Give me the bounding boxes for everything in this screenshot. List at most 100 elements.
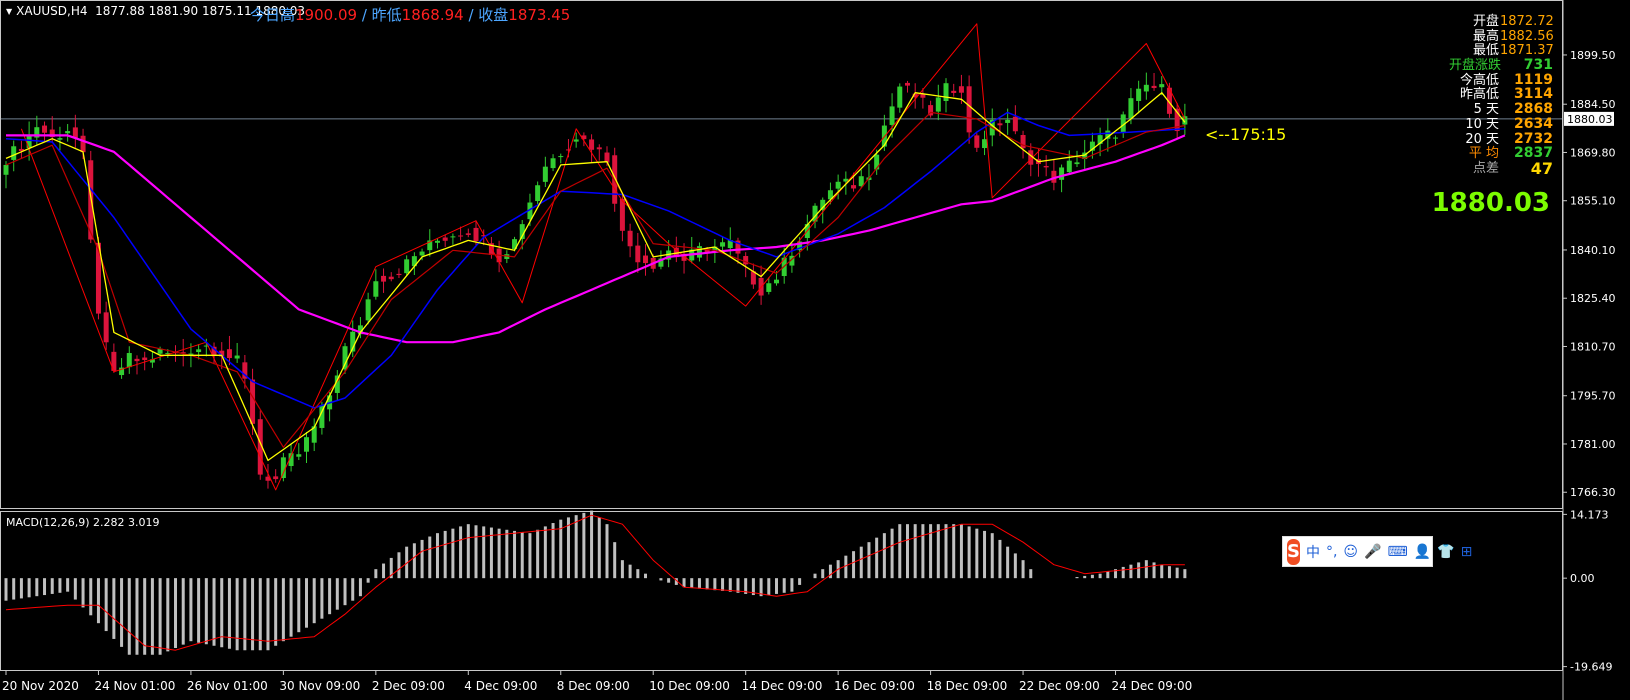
candle-body (635, 245, 641, 263)
price-tick-label: 1884.50 (1570, 98, 1616, 111)
info-label: 5 天 (1473, 102, 1499, 118)
ime-item-chinese[interactable]: 中 (1306, 542, 1320, 562)
candle-body (558, 156, 564, 158)
info-label: 点差 (1472, 160, 1499, 176)
candle-body (373, 281, 379, 297)
ma-long-line (6, 134, 1186, 344)
candle-body (743, 256, 749, 265)
price-tick-label: 1766.30 (1570, 486, 1616, 499)
candle-body (1074, 162, 1080, 165)
price-tick-label: 1781.00 (1570, 438, 1616, 451)
candle-body (550, 158, 556, 169)
candle-body (951, 90, 957, 93)
candle-body (26, 134, 32, 149)
candle-body (1012, 116, 1018, 132)
ime-item-keyboard-icon[interactable]: ⌨ (1387, 544, 1407, 560)
candle-body (874, 154, 880, 170)
price-tick-label: 1810.70 (1570, 340, 1616, 353)
time-tick-label: 22 Dec 09:00 (1019, 679, 1100, 693)
time-tick-label: 10 Dec 09:00 (649, 679, 730, 693)
candle-body (3, 164, 9, 175)
candle-body (103, 312, 109, 343)
info-label: 10 天 (1465, 116, 1499, 132)
candle-body (450, 236, 456, 238)
sogou-logo-icon[interactable]: S (1287, 538, 1300, 565)
info-value: 2634 (1514, 115, 1553, 132)
candle-body (65, 131, 71, 134)
macd-tick-label: 14.173 (1570, 508, 1609, 521)
yest-low-label: / 昨低 (361, 6, 402, 24)
candle-body (612, 155, 618, 204)
candle-body (1151, 85, 1157, 89)
candle-body (473, 227, 479, 242)
candle-body (381, 275, 387, 282)
info-label: 最低 (1472, 43, 1499, 59)
candle-body (303, 437, 309, 452)
chart-canvas[interactable]: <--175:15 1899.501884.501869.801855.1018… (0, 0, 1630, 700)
info-label: 昨高低 (1459, 87, 1499, 103)
candle-body (11, 146, 17, 160)
ime-item-mic-icon[interactable]: 🎤 (1364, 544, 1381, 560)
candle-body (442, 237, 448, 241)
candle-body (250, 379, 256, 424)
candle-body (404, 259, 410, 274)
candle-body (720, 242, 726, 247)
ime-item-user-icon[interactable]: 👤 (1414, 544, 1431, 560)
candle-body (897, 86, 903, 108)
info-row: 今高低 1119 (1449, 72, 1569, 88)
macd-tick-label: 0.00 (1570, 572, 1595, 585)
candle-body (997, 123, 1003, 126)
time-tick-label: 30 Nov 09:00 (279, 679, 360, 693)
candle-body (465, 233, 471, 235)
time-tick-label: 16 Dec 09:00 (834, 679, 915, 693)
candle-body (774, 279, 779, 284)
candle-body (126, 353, 132, 368)
day-summary-overlay: 今日高1900.09 / 昨低1868.94 / 收盘1873.45 (250, 4, 570, 25)
ime-toolbar[interactable]: S 中 °, ☺ 🎤 ⌨ 👤 👕 ⊞ (1282, 536, 1472, 567)
ime-item-emoji-icon[interactable]: ☺ (1343, 544, 1358, 560)
candle-body (1059, 167, 1065, 180)
ime-item-grid-icon[interactable]: ⊞ (1461, 544, 1473, 560)
candle-body (935, 97, 941, 112)
time-tick-label: 4 Dec 09:00 (464, 679, 537, 693)
info-row: 昨高低 3114 (1449, 87, 1569, 103)
candle-body (1043, 165, 1049, 168)
info-label: 今高低 (1459, 72, 1499, 88)
candle-body (273, 476, 279, 480)
candle-body (458, 235, 464, 237)
candle-body (889, 106, 895, 125)
candle-body (1113, 137, 1119, 139)
candle-body (619, 198, 625, 231)
candle-body (604, 152, 610, 163)
candle-body (643, 255, 649, 264)
candle-body (627, 230, 633, 247)
info-panel: 开盘 1872.72 最高 1882.56 最低 1871.37 开盘涨跌 731 今高低 111… (1449, 14, 1569, 176)
candle-body (1005, 119, 1011, 123)
candle-body (388, 276, 394, 280)
candle-body (535, 185, 541, 202)
price-tick-label: 1899.50 (1570, 49, 1616, 62)
candle-body (1128, 98, 1134, 119)
info-value: 731 (1523, 57, 1553, 74)
candle-body (434, 240, 440, 243)
macd-pane (4, 510, 1187, 655)
time-tick-label: 2 Dec 09:00 (372, 679, 445, 693)
info-row: 最低 1871.37 (1449, 43, 1569, 58)
price-tick-label: 1869.80 (1570, 146, 1616, 159)
current-price-big: 1880.03 (1431, 188, 1550, 218)
candle-body (342, 346, 348, 370)
info-row: 最高 1882.56 (1449, 29, 1569, 44)
info-value: 1872.72 (1500, 14, 1554, 29)
ime-item-skin-icon[interactable]: 👕 (1437, 544, 1454, 560)
ime-item-punct-icon[interactable]: °, (1326, 544, 1337, 560)
symbol-timeframe: XAUUSD,H4 (16, 4, 88, 18)
current-price-tag-label: 1880.03 (1567, 113, 1613, 126)
price-tick-label: 1825.40 (1570, 292, 1616, 305)
info-label: 最高 (1472, 28, 1499, 44)
price-tick-label: 1855.10 (1570, 195, 1616, 208)
time-tick-label: 20 Nov 2020 (2, 679, 79, 693)
header-dropdown-icon[interactable]: ▼ (6, 7, 12, 16)
today-high-label: 今日高 (250, 6, 296, 24)
candle-body (419, 251, 425, 256)
info-value: 1882.56 (1500, 28, 1554, 44)
